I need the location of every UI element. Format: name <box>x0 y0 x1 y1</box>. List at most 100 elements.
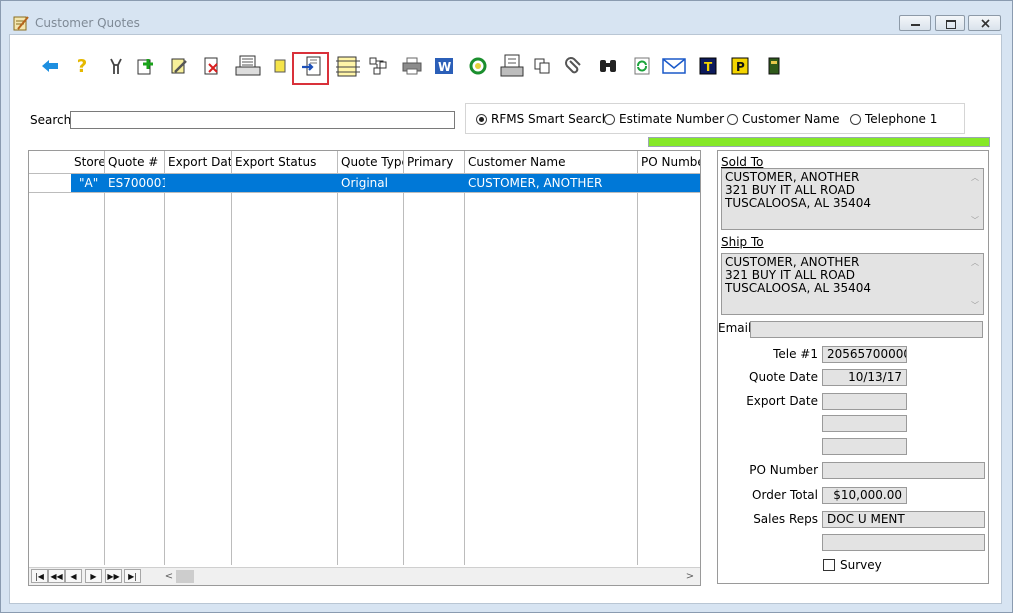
word-button[interactable]: W <box>432 53 456 79</box>
search-mode-group: RFMS Smart Search Estimate Number Custom… <box>465 103 965 134</box>
radio-unselected-icon <box>604 113 615 125</box>
horizontal-scrollbar[interactable]: < > <box>162 569 699 584</box>
recycle-button[interactable] <box>466 53 490 79</box>
grid-column-divider <box>164 151 165 565</box>
radio-rfms-smart-search[interactable]: RFMS Smart Search <box>476 112 609 126</box>
cell-quote-type: Original <box>338 174 404 192</box>
po-number-field[interactable] <box>822 462 985 479</box>
svg-text:T: T <box>704 60 713 74</box>
first-record-icon: |◀ <box>35 571 44 581</box>
note-icon <box>274 59 286 73</box>
order-total-field[interactable]: $10,000.00 <box>822 487 907 504</box>
column-header-store[interactable]: Store <box>71 151 105 173</box>
word-icon: W <box>435 58 453 74</box>
book-button[interactable] <box>762 53 786 79</box>
grid-header: Store Quote # Export Date Export Status … <box>29 151 700 174</box>
quotes-grid[interactable]: Store Quote # Export Date Export Status … <box>28 150 701 586</box>
email-button[interactable] <box>662 53 686 79</box>
grid-column-divider <box>104 151 105 565</box>
cell-primary <box>404 174 465 192</box>
tools-button[interactable] <box>104 53 128 79</box>
export-date-field-2[interactable] <box>822 415 907 432</box>
notepad-icon <box>336 56 360 77</box>
radio-customer-name[interactable]: Customer Name <box>727 112 840 126</box>
title-bar[interactable]: Customer Quotes <box>1 1 1012 33</box>
last-record-button[interactable]: ▶| <box>124 569 141 583</box>
minimize-button[interactable] <box>899 15 931 31</box>
email-field[interactable] <box>750 321 983 338</box>
tele-field[interactable]: 20565700000 <box>822 346 907 363</box>
grid-column-divider <box>231 151 232 565</box>
column-header-po-number[interactable]: PO Number <box>638 151 700 173</box>
email-icon <box>662 58 686 74</box>
cell-store: "A" <box>71 174 105 192</box>
radio-telephone-1[interactable]: Telephone 1 <box>850 112 937 126</box>
close-button[interactable] <box>968 15 1001 31</box>
radio-estimate-number[interactable]: Estimate Number <box>604 112 724 126</box>
table-row[interactable]: "A" ES700001 Original CUSTOMER, ANOTHER <box>29 174 700 192</box>
ship-to-line: TUSCALOOSA, AL 35404 <box>725 281 872 295</box>
notepad-app-icon <box>13 16 29 31</box>
link-button[interactable] <box>366 53 390 79</box>
column-header-export-date[interactable]: Export Date <box>165 151 232 173</box>
sales-reps-field[interactable]: DOC U MENT <box>822 511 985 528</box>
refresh-button[interactable] <box>630 53 654 79</box>
quote-details-panel: Sold To CUSTOMER, ANOTHER 321 BUY IT ALL… <box>717 150 989 584</box>
export-date-field[interactable] <box>822 393 907 410</box>
first-record-button[interactable]: |◀ <box>31 569 48 583</box>
delete-button[interactable] <box>200 53 224 79</box>
grid-column-divider <box>337 151 338 565</box>
export-date-field-3[interactable] <box>822 438 907 455</box>
column-header-primary[interactable]: Primary <box>404 151 465 173</box>
add-button[interactable] <box>134 53 158 79</box>
copy-button[interactable] <box>530 53 554 79</box>
print-preview-button[interactable] <box>234 53 262 79</box>
report-button[interactable] <box>498 53 526 79</box>
p-button[interactable]: P <box>728 53 752 79</box>
ship-to-address[interactable]: CUSTOMER, ANOTHER 321 BUY IT ALL ROAD TU… <box>721 253 984 315</box>
cell-po-number <box>638 174 700 192</box>
prev-record-icon: ◀ <box>70 571 77 581</box>
chevron-up-icon: ︿ <box>971 258 979 267</box>
address-scrollbar[interactable]: ︿ ﹀ <box>971 171 981 227</box>
cell-customer-name: CUSTOMER, ANOTHER <box>465 174 638 192</box>
radio-label: Customer Name <box>742 112 840 126</box>
tele-label: Tele #1 <box>773 347 818 361</box>
grid-navigator: |◀ ◀◀ ◀ ▶ ▶▶ ▶| < > <box>29 567 700 585</box>
next-record-button[interactable]: ▶ <box>85 569 102 583</box>
find-button[interactable] <box>596 53 620 79</box>
column-header-customer-name[interactable]: Customer Name <box>465 151 638 173</box>
survey-checkbox[interactable] <box>823 559 835 571</box>
column-header-quote-type[interactable]: Quote Type <box>338 151 404 173</box>
search-input[interactable] <box>70 111 455 129</box>
help-button[interactable]: ? <box>70 53 94 79</box>
quote-date-field[interactable]: 10/13/17 <box>822 369 907 386</box>
prev-page-button[interactable]: ◀◀ <box>48 569 65 583</box>
scroll-left-icon[interactable]: < <box>162 569 176 584</box>
email-label: Email <box>718 321 752 335</box>
attach-button[interactable] <box>562 53 586 79</box>
sales-reps-field-2[interactable] <box>822 534 985 551</box>
scrollbar-thumb[interactable] <box>176 570 194 583</box>
t-button[interactable]: T <box>696 53 720 79</box>
note-button[interactable] <box>268 53 292 79</box>
back-button[interactable] <box>38 53 62 79</box>
column-header-quote-number[interactable]: Quote # <box>105 151 165 173</box>
help-icon: ? <box>76 55 88 77</box>
row-indicator <box>29 174 71 192</box>
window-title: Customer Quotes <box>35 16 140 30</box>
address-scrollbar[interactable]: ︿ ﹀ <box>971 256 981 312</box>
print-button[interactable] <box>400 53 424 79</box>
attach-icon <box>565 57 581 74</box>
sold-to-address[interactable]: CUSTOMER, ANOTHER 321 BUY IT ALL ROAD TU… <box>721 168 984 230</box>
scroll-right-icon[interactable]: > <box>683 569 697 584</box>
prev-record-button[interactable]: ◀ <box>65 569 82 583</box>
next-page-button[interactable]: ▶▶ <box>105 569 122 583</box>
radio-label: Telephone 1 <box>865 112 938 126</box>
notepad-button[interactable] <box>334 53 362 79</box>
chevron-down-icon: ﹀ <box>971 216 979 225</box>
edit-button[interactable] <box>167 53 191 79</box>
grid-column-divider <box>464 151 465 565</box>
restore-button[interactable] <box>935 15 965 31</box>
column-header-export-status[interactable]: Export Status <box>232 151 338 173</box>
